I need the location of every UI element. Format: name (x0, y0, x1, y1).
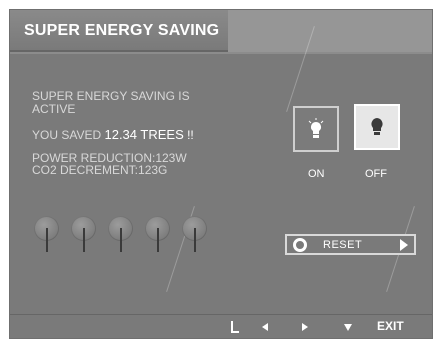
reset-button[interactable]: RESET (285, 234, 416, 255)
title-tab-decoration (228, 10, 432, 52)
lightbulb-on-icon (308, 118, 324, 138)
left-arrow-icon[interactable] (262, 323, 268, 331)
saved-prefix: YOU SAVED (32, 128, 102, 142)
tree-icon (32, 216, 61, 254)
co2-decrement: CO2 DECREMENT:123G (32, 163, 168, 177)
reset-label: RESET (323, 238, 363, 251)
page-title: SUPER ENERGY SAVING (24, 22, 220, 39)
on-label: ON (308, 168, 325, 180)
off-label: OFF (365, 168, 387, 180)
radio-circle-icon (293, 237, 307, 252)
footer-bar: EXIT (10, 314, 432, 338)
play-arrow-icon (400, 238, 408, 251)
saved-line: YOU SAVED 12.34 TREES !! (32, 128, 194, 142)
tree-icon (106, 216, 135, 254)
title-bar: SUPER ENERGY SAVING (10, 10, 432, 52)
tree-icon (180, 216, 209, 254)
status-line-2: ACTIVE (32, 102, 76, 116)
tree-icon (143, 216, 172, 254)
saved-suffix: !! (187, 128, 194, 142)
lightbulb-off-icon (371, 118, 383, 135)
down-arrow-icon[interactable] (344, 324, 352, 331)
enter-icon[interactable] (229, 321, 239, 333)
tree-icon (69, 216, 98, 254)
on-button[interactable] (293, 106, 339, 152)
trees-row (32, 216, 209, 254)
main-panel: SUPER ENERGY SAVING IS ACTIVE YOU SAVED … (10, 26, 432, 316)
right-arrow-icon[interactable] (302, 323, 308, 331)
exit-button[interactable]: EXIT (377, 319, 404, 333)
osd-window: SUPER ENERGY SAVING SUPER ENERGY SAVING … (9, 9, 433, 339)
saved-value: 12.34 TREES (104, 127, 184, 142)
off-button[interactable] (354, 104, 400, 150)
